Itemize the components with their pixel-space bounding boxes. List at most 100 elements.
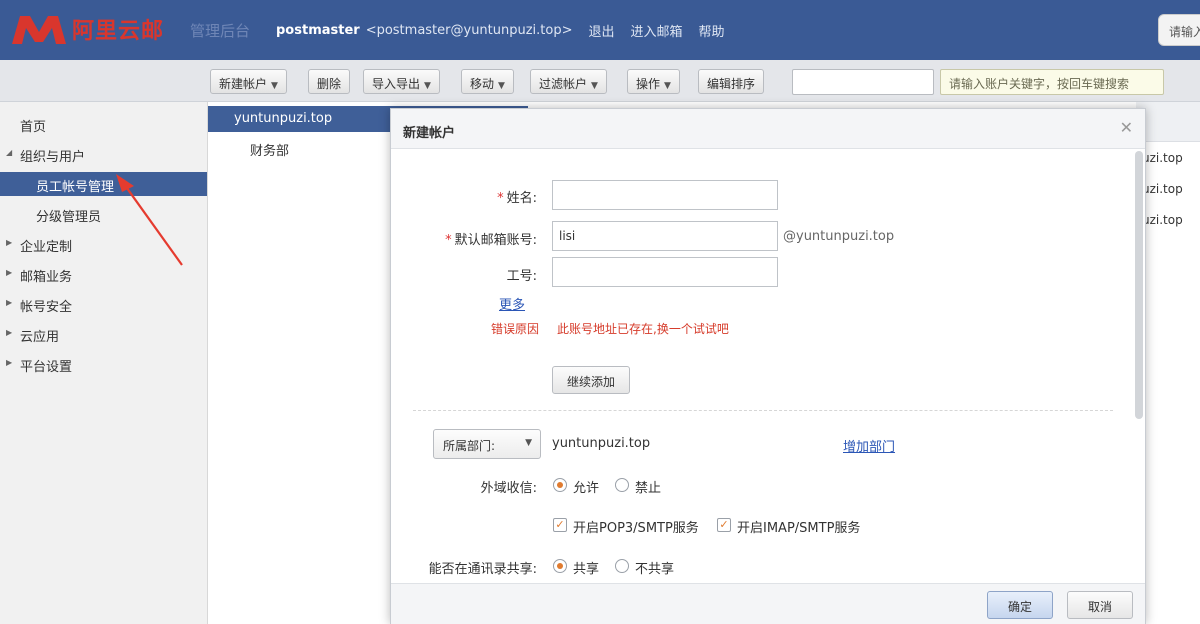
required-asterisk: * [497,191,504,206]
list-item[interactable]: uzi.top [1142,151,1183,165]
pop3-checkbox[interactable]: ✓ [553,518,567,532]
sidebar-item-label: 首页 [20,120,47,135]
dialog-title: 新建帐户 [403,126,456,141]
allow-label: 允许 [573,481,600,496]
delete-label: 删除 [317,77,342,91]
user-email: <postmaster@yuntunpuzi.top> [365,23,573,38]
no-share-radio[interactable] [615,559,629,573]
header-search-input[interactable]: 请输入 [1158,14,1200,46]
logo-text: 阿里云邮 [72,19,165,44]
operate-button[interactable]: 操作 ▼ [627,69,680,94]
cancel-button[interactable]: 取消 [1067,591,1133,619]
sidebar-item-label: 分级管理员 [36,210,102,225]
close-icon[interactable]: ✕ [1120,118,1133,137]
expand-triangle-icon: ▶ [6,298,13,307]
share-label: 能否在通讯录共享: [428,562,537,577]
move-button[interactable]: 移动 ▼ [461,69,514,94]
sidebar-item-label: 邮箱业务 [20,270,73,285]
operate-label: 操作 [636,77,661,91]
logout-link[interactable]: 退出 [589,21,615,40]
delete-button[interactable]: 删除 [308,69,351,94]
imap-label: 开启IMAP/SMTP服务 [737,521,861,536]
chevron-down-icon: ▼ [424,81,431,91]
name-field[interactable] [552,180,778,210]
filter-button[interactable]: 过滤帐户 ▼ [530,69,607,94]
sidebar-item-label: 平台设置 [20,360,73,375]
account-label: * 默认邮箱账号: [421,229,537,248]
move-label: 移动 [470,77,495,91]
sort-label: 编辑排序 [707,77,756,91]
new-account-label: 新建帐户 [219,77,268,91]
department-select[interactable]: 所属部门: ▼ [433,429,541,459]
chevron-down-icon: ▼ [525,438,532,448]
annotation-arrow-icon [116,174,183,266]
tree-item-finance[interactable]: 财务部 [250,140,289,159]
account-label-text: 默认邮箱账号: [454,233,537,248]
required-asterisk: * [445,233,452,248]
error-label: 错误原因 [491,322,540,336]
error-message: 此账号地址已存在,换一个试试吧 [557,322,729,336]
username: postmaster [276,23,360,38]
account-field[interactable]: lisi [552,221,778,251]
new-account-dialog: 新建帐户 ✕ * 姓名: * 默认邮箱账号: lisi @yuntunpuzi.to… [390,108,1146,624]
external-mail-label: 外域收信: [480,481,537,496]
deny-label: 禁止 [635,481,662,496]
enter-mail-link[interactable]: 进入邮箱 [631,21,683,40]
sidebar-item-home[interactable]: 首页 [0,112,207,136]
continue-add-button[interactable]: 继续添加 [552,366,630,394]
collapse-triangle-icon: ◢ [6,148,13,157]
list-item[interactable]: uzi.top [1142,182,1183,196]
domain-suffix: @yuntunpuzi.top [783,229,895,244]
import-export-label: 导入导出 [372,77,421,91]
share-option-label: 共享 [573,562,600,577]
filter-label: 过滤帐户 [539,77,588,91]
chevron-down-icon: ▼ [271,81,278,91]
sidebar-item-label: 云应用 [20,330,60,345]
more-link[interactable]: 更多 [499,294,525,313]
share-radio[interactable] [553,559,567,573]
name-label: * 姓名: [471,187,537,206]
employee-id-field[interactable] [552,257,778,287]
new-account-button[interactable]: 新建帐户 ▼ [210,69,287,94]
expand-triangle-icon: ▶ [6,328,13,337]
name-label-text: 姓名: [506,191,537,206]
sidebar-item-account-security[interactable]: ▶ 帐号安全 [0,292,207,316]
sub-brand: 管理后台 [190,22,251,40]
list-item[interactable]: uzi.top [1142,213,1183,227]
chevron-down-icon: ▼ [591,81,598,91]
dialog-scrollbar[interactable] [1135,151,1143,419]
toolbar: 新建帐户 ▼ 删除 导入导出 ▼ 移动 ▼ 过滤帐户 ▼ 操作 ▼ 编辑排序 请输入账户关… [0,60,1200,102]
employee-id-label: 工号: [506,269,537,284]
add-department-link[interactable]: 增加部门 [843,436,895,455]
help-link[interactable]: 帮助 [699,21,725,40]
top-header: 阿里云邮 管理后台 postmaster <postmaster@yuntunp… [0,0,1200,60]
sidebar-item-label: 组织与用户 [20,150,86,165]
sidebar-item-label: 企业定制 [20,240,73,255]
pop3-label: 开启POP3/SMTP服务 [573,521,699,536]
sidebar-item-org-users[interactable]: ◢ 组织与用户 [0,142,207,166]
imap-checkbox[interactable]: ✓ [717,518,731,532]
logo: 阿里云邮 [10,12,170,46]
import-export-button[interactable]: 导入导出 ▼ [363,69,440,94]
expand-triangle-icon: ▶ [6,238,13,247]
department-select-label: 所属部门: [443,439,496,453]
account-search-input[interactable]: 请输入账户关键字，按回车键搜索 [940,69,1164,95]
sort-button[interactable]: 编辑排序 [698,69,765,94]
chevron-down-icon: ▼ [498,81,505,91]
no-share-label: 不共享 [635,562,675,577]
deny-radio[interactable] [615,478,629,492]
sidebar-item-label: 帐号安全 [20,300,73,315]
dialog-footer: 确定 取消 [391,583,1145,624]
sidebar-item-platform-settings[interactable]: ▶ 平台设置 [0,352,207,376]
expand-triangle-icon: ▶ [6,268,13,277]
dialog-header: 新建帐户 ✕ [391,109,1145,149]
divider [413,410,1113,411]
user-info: postmaster <postmaster@yuntunpuzi.top> 退… [276,21,725,40]
confirm-button[interactable]: 确定 [987,591,1053,619]
allow-radio[interactable] [553,478,567,492]
sidebar-item-cloud-apps[interactable]: ▶ 云应用 [0,322,207,346]
toolbar-blank-input[interactable] [792,69,934,95]
logo-icon [12,16,66,44]
department-value: yuntunpuzi.top [552,436,651,451]
expand-triangle-icon: ▶ [6,358,13,367]
